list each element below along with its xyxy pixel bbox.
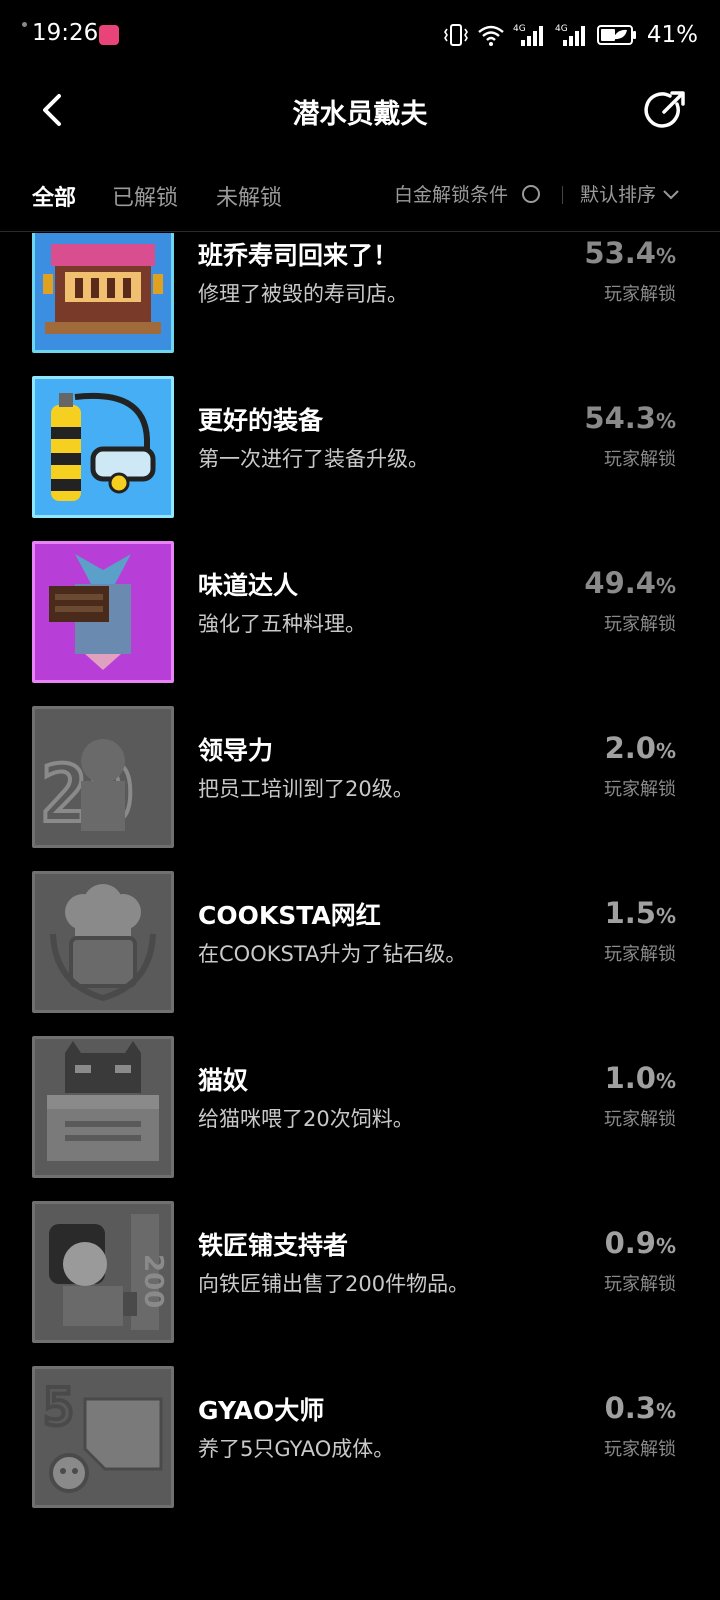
tab-locked[interactable]: 未解锁 xyxy=(216,180,282,212)
percent-symbol: % xyxy=(655,739,676,763)
unlock-percentage-value: 0.3 xyxy=(604,1391,656,1425)
cat-box-icon xyxy=(32,1036,174,1178)
top-app-bar: 潜水员戴夫 xyxy=(0,70,720,155)
share-button[interactable] xyxy=(640,86,690,136)
percent-symbol: % xyxy=(655,904,676,928)
sushi-shop-icon xyxy=(32,233,174,353)
achievement-title: 铁匠铺支持者 xyxy=(198,1231,349,1260)
achievement-title: 领导力 xyxy=(198,736,274,765)
unlock-label: 玩家解锁 xyxy=(604,779,676,800)
unlock-percentage: 0.9% xyxy=(605,1226,676,1260)
percent-symbol: % xyxy=(655,409,676,433)
net-label-2: 4G xyxy=(555,24,568,34)
achievement-description: 向铁匠铺出售了200件物品。 xyxy=(198,1272,470,1296)
achievement-title: 猫奴 xyxy=(198,1066,249,1095)
achievement-title: 味道达人 xyxy=(198,571,299,600)
chef-hat-icon xyxy=(32,871,174,1013)
achievement-item[interactable]: 猫奴给猫咪喂了20次饲料。 1.0% 玩家解锁 xyxy=(0,1023,720,1191)
unlock-percentage: 1.0% xyxy=(605,1061,676,1095)
unlock-percentage-value: 49.4 xyxy=(584,566,656,600)
achievement-title: 更好的装备 xyxy=(198,406,324,435)
unlock-percentage: 53.4% xyxy=(584,236,676,270)
signal-icon: 4G xyxy=(513,24,543,46)
tab-unlocked[interactable]: 已解锁 xyxy=(112,180,178,212)
unlock-percentage: 1.5% xyxy=(605,896,676,930)
achievement-description: 強化了五种料理。 xyxy=(198,612,366,636)
radio-circle-icon xyxy=(522,184,541,203)
unlock-percentage: 49.4% xyxy=(584,566,676,600)
achievement-description: 第一次进行了装备升级。 xyxy=(198,447,429,471)
chevron-down-icon xyxy=(663,189,679,199)
svg-text:200: 200 xyxy=(138,1254,168,1308)
notification-dot xyxy=(22,22,27,27)
wifi-icon xyxy=(478,25,504,46)
gyao-creature-icon: 5 xyxy=(32,1366,174,1508)
platinum-condition-toggle[interactable]: 白金解锁条件 xyxy=(394,180,541,207)
unlock-percentage-value: 0.9 xyxy=(604,1226,656,1260)
unlock-percentage-value: 54.3 xyxy=(584,401,656,435)
status-time: 19:26 xyxy=(32,20,99,46)
filter-tabs: 全部 已解锁 未解锁 白金解锁条件 默认排序 xyxy=(0,160,720,232)
tab-divider xyxy=(562,186,563,204)
percent-symbol: % xyxy=(655,1234,676,1258)
unlock-label: 玩家解锁 xyxy=(604,1274,676,1295)
svg-text:5: 5 xyxy=(43,1378,74,1438)
page-title: 潜水员戴夫 xyxy=(292,99,428,130)
status-icons: 4G 4G 41% xyxy=(443,20,698,50)
unlock-percentage: 2.0% xyxy=(605,731,676,765)
unlock-label: 玩家解锁 xyxy=(604,614,676,635)
achievement-description: 把员工培训到了20级。 xyxy=(198,777,414,801)
tab-all[interactable]: 全部 xyxy=(32,180,76,212)
unlock-percentage-value: 2.0 xyxy=(604,731,656,765)
unlock-percentage-value: 53.4 xyxy=(584,236,656,270)
level-20-staff-icon: 20 xyxy=(32,706,174,848)
unlock-percentage: 0.3% xyxy=(605,1391,676,1425)
percent-symbol: % xyxy=(655,1399,676,1423)
blacksmith-icon: 200 xyxy=(32,1201,174,1343)
unlock-label: 玩家解锁 xyxy=(604,284,676,305)
vibrate-icon xyxy=(443,24,468,46)
achievement-title: GYAO大师 xyxy=(198,1396,325,1425)
achievement-title: 班乔寿司回来了！ xyxy=(198,241,399,270)
achievement-item[interactable]: 味道达人強化了五种料理。 49.4% 玩家解锁 xyxy=(0,528,720,696)
unlock-label: 玩家解锁 xyxy=(604,449,676,470)
platinum-condition-label: 白金解锁条件 xyxy=(394,184,509,206)
net-label-1: 4G xyxy=(513,24,526,34)
achievement-description: 养了5只GYAO成体。 xyxy=(198,1437,395,1461)
achievement-item[interactable]: 20 领导力把员工培训到了20级。 2.0% 玩家解锁 xyxy=(0,693,720,861)
percent-symbol: % xyxy=(655,1069,676,1093)
status-bar: 19:26 4G 4G 41% xyxy=(0,0,720,70)
battery-percent: 41% xyxy=(646,22,698,48)
unlock-label: 玩家解锁 xyxy=(604,944,676,965)
fish-dish-icon xyxy=(32,541,174,683)
unlock-percentage: 54.3% xyxy=(584,401,676,435)
battery-icon xyxy=(596,25,636,45)
achievement-description: 在COOKSTA升为了钻石级。 xyxy=(198,942,467,966)
percent-symbol: % xyxy=(655,244,676,268)
achievement-title: COOKSTA网红 xyxy=(198,901,381,930)
app-notification-icon xyxy=(99,25,119,45)
achievement-description: 给猫咪喂了20次饲料。 xyxy=(198,1107,414,1131)
sort-label: 默认排序 xyxy=(580,184,657,206)
percent-symbol: % xyxy=(655,574,676,598)
achievement-description: 修理了被毁的寿司店。 xyxy=(198,282,408,306)
achievement-item[interactable]: COOKSTA网红在COOKSTA升为了钻石级。 1.5% 玩家解锁 xyxy=(0,858,720,1026)
unlock-label: 玩家解锁 xyxy=(604,1439,676,1460)
unlock-percentage-value: 1.0 xyxy=(604,1061,656,1095)
achievement-item[interactable]: 更好的装备第一次进行了装备升级。 54.3% 玩家解锁 xyxy=(0,363,720,531)
achievement-list: 班乔寿司回来了！ 修理了被毁的寿司店。 53.4% 玩家解锁 更好的装备 第一次进行了装备… xyxy=(0,233,720,1600)
signal-icon-2: 4G xyxy=(555,24,585,46)
achievement-item[interactable]: 班乔寿司回来了！ 修理了被毁的寿司店。 53.4% 玩家解锁 xyxy=(0,233,720,366)
unlock-label: 玩家解锁 xyxy=(604,1109,676,1130)
achievement-item[interactable]: 200 铁匠铺支持者向铁匠铺出售了200件物品。 0.9% 玩家解锁 xyxy=(0,1188,720,1356)
unlock-percentage-value: 1.5 xyxy=(604,896,656,930)
oxygen-tank-icon xyxy=(32,376,174,518)
share-icon xyxy=(644,91,685,128)
achievement-item[interactable]: 5 GYAO大师养了5只GYAO成体。 0.3% 玩家解锁 xyxy=(0,1353,720,1521)
sort-dropdown[interactable]: 默认排序 xyxy=(580,180,680,207)
